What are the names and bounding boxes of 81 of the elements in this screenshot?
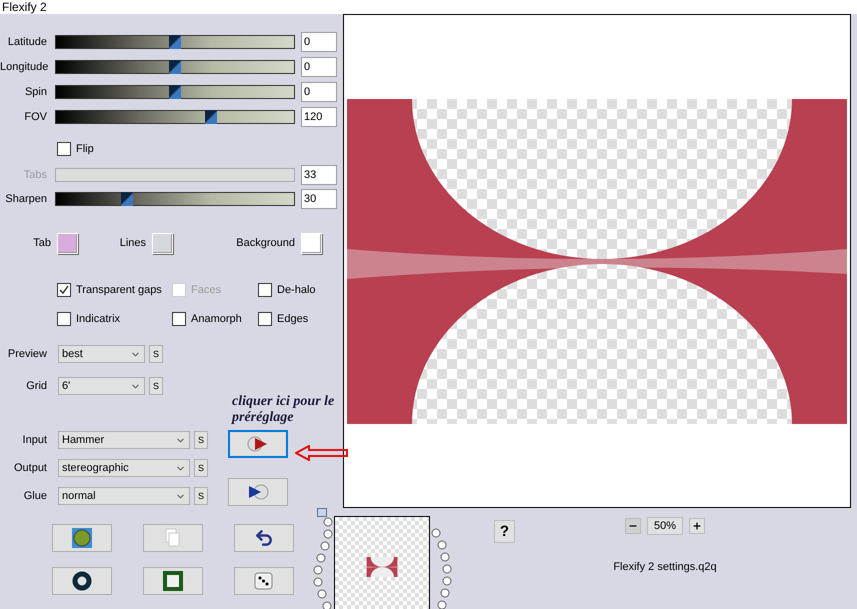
pointer-arrow [295, 445, 349, 461]
dropdown[interactable]: normal [58, 487, 190, 505]
slider-label: Sharpen [4, 193, 47, 205]
tool-button[interactable] [52, 524, 112, 552]
dropdown[interactable]: Hammer [58, 431, 190, 449]
s-button[interactable]: S [194, 487, 208, 505]
swatch-label: Background [235, 237, 295, 249]
slider-label: Longitude [0, 61, 47, 73]
checkbox-label: Anamorph [191, 313, 242, 325]
value-field[interactable]: 0 [301, 82, 337, 102]
help-button[interactable]: ? [494, 520, 515, 543]
annotation-text: cliquer ici pour le préréglage [232, 394, 334, 426]
die-icon [254, 571, 274, 591]
s-button[interactable]: S [149, 345, 163, 363]
ring-icon [72, 571, 92, 591]
dropdown-label: Preview [6, 348, 47, 360]
square-frame-icon [163, 571, 183, 591]
checkbox-label: Edges [277, 313, 308, 325]
window-title: Flexify 2 [2, 0, 47, 14]
slider-track[interactable] [55, 60, 295, 74]
dropdown-label: Glue [22, 490, 47, 502]
pages-icon [165, 528, 181, 548]
color-swatch[interactable] [152, 232, 173, 254]
checkbox[interactable] [57, 142, 71, 156]
plus-icon [692, 521, 702, 531]
checkbox-label: Faces [191, 284, 221, 296]
checkbox[interactable] [57, 283, 71, 297]
tool-button[interactable] [52, 567, 112, 595]
dropdown[interactable]: stereographic [58, 459, 190, 477]
play-disc-icon [247, 484, 269, 500]
tool-button[interactable] [234, 524, 294, 552]
slider-track[interactable] [55, 192, 295, 206]
s-button[interactable]: S [194, 459, 208, 477]
tool-button[interactable] [143, 567, 203, 595]
slider-label: FOV [23, 111, 47, 123]
slider-track[interactable] [55, 110, 295, 124]
value-field[interactable]: 120 [301, 107, 337, 127]
slider-track[interactable] [55, 168, 295, 182]
checkbox-label: Transparent gaps [76, 284, 162, 296]
s-button[interactable]: S [149, 377, 163, 395]
slider-thumb[interactable] [169, 85, 181, 99]
slider-label: Tabs [22, 169, 47, 181]
preset-button[interactable] [228, 478, 288, 506]
slider-thumb[interactable] [169, 60, 181, 74]
file-name: Flexify 2 settings.q2q [613, 561, 717, 573]
checkbox-label: Indicatrix [76, 313, 120, 325]
square-icon [317, 508, 327, 517]
globe-icon [72, 528, 92, 548]
slider-label: Spin [24, 86, 47, 98]
color-swatch[interactable] [57, 232, 78, 254]
dropdown[interactable]: 6' [58, 377, 145, 395]
slider-track[interactable] [55, 85, 295, 99]
thumbnail[interactable] [334, 516, 430, 609]
s-button[interactable]: S [194, 431, 208, 449]
checkbox[interactable] [258, 312, 272, 326]
value-field[interactable]: 30 [301, 189, 337, 209]
zoom-out-button[interactable] [624, 518, 641, 534]
dropdown[interactable]: best [58, 345, 145, 363]
checkbox-label: De-halo [277, 284, 316, 296]
slider-thumb[interactable] [121, 192, 134, 206]
checkbox[interactable] [57, 312, 71, 326]
disc-play-icon [247, 436, 269, 452]
value-field[interactable]: 0 [301, 32, 337, 52]
slider-thumb[interactable] [204, 110, 217, 124]
zoom-level: 50% [646, 517, 684, 535]
checkbox[interactable] [172, 312, 186, 326]
slider-label: Latitude [6, 36, 47, 48]
value-field[interactable]: 0 [301, 57, 337, 77]
zoom-in-button[interactable] [689, 518, 706, 534]
undo-icon [254, 528, 274, 548]
dropdown-label: Output [12, 462, 47, 474]
swatch-label: Lines [118, 237, 146, 249]
checkbox[interactable] [258, 283, 272, 297]
checkbox-label: Flip [76, 143, 94, 155]
slider-track[interactable] [55, 35, 295, 49]
preset-button[interactable] [228, 430, 288, 458]
swatch-label: Tab [32, 237, 51, 249]
color-swatch[interactable] [301, 232, 322, 254]
dropdown-label: Input [22, 434, 47, 446]
dropdown-label: Grid [25, 380, 47, 392]
slider-thumb[interactable] [169, 35, 181, 49]
